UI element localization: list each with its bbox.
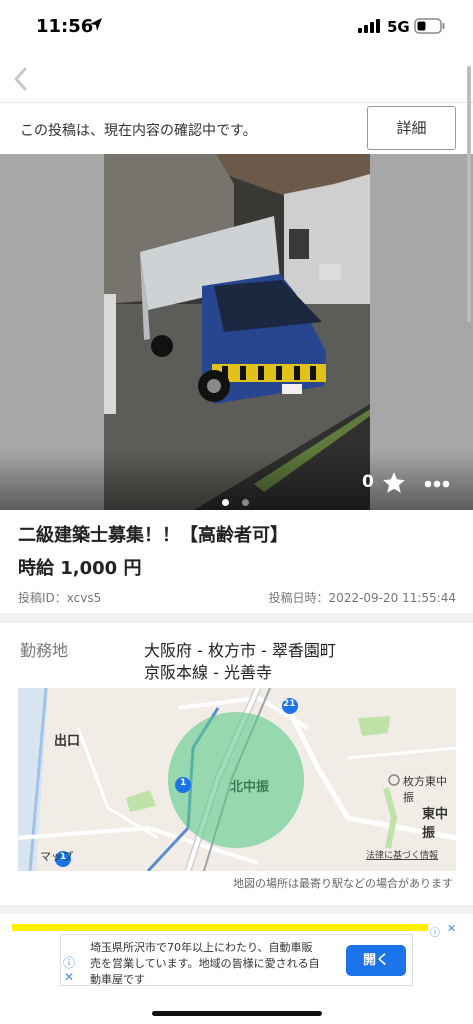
review-notice: この投稿は、現在内容の確認中です。 詳細 — [0, 102, 473, 154]
map-label-route1: 1 — [180, 778, 187, 788]
map-label-higashinaka: 東中振 — [422, 807, 449, 841]
nav-bar — [0, 56, 473, 102]
ad-text: 埼玉県所沢市で70年以上にわたり、自動車販売を営業しています。地域の皆様に愛され… — [90, 941, 320, 986]
post-date: 投稿日時：2022-09-20 11:55:44 — [268, 591, 456, 605]
favorite-count: 0 — [362, 472, 374, 492]
location-station: 京阪本線 - 光善寺 — [144, 663, 272, 682]
map-legal-link[interactable]: 法律に基づく情報 — [366, 848, 438, 861]
ad-dismiss-icon[interactable]: ✕ — [64, 970, 74, 984]
home-indicator[interactable] — [152, 1011, 322, 1016]
ad-open-button[interactable]: 開く — [346, 945, 406, 976]
scrollbar[interactable] — [467, 66, 471, 322]
page-dot-active[interactable] — [222, 499, 229, 506]
page-dots — [222, 491, 257, 510]
status-bar: 11:56 5G — [0, 0, 473, 56]
map-label-route21: 21 — [283, 699, 296, 709]
ad-card[interactable]: ⓘ ✕ 埼玉県所沢市で70年以上にわたり、自動車販売を営業しています。地域の皆様… — [60, 934, 413, 986]
map-note: 地図の場所は最寄り駅などの場合があります — [233, 877, 453, 890]
ad-banner: ⓘ ✕ ⓘ ✕ 埼玉県所沢市で70年以上にわたり、自動車販売を営業しています。地… — [0, 914, 473, 1024]
status-time: 11:56 — [36, 16, 94, 37]
post-id: 投稿ID：xcvs5 — [18, 591, 102, 605]
battery-icon — [414, 18, 445, 34]
photo-gallery[interactable]: 0 — [0, 154, 473, 510]
location-address: 大阪府 - 枚方市 - 翠香園町 — [144, 641, 336, 660]
map-label-kitanakaburi: 北中振 — [230, 780, 270, 795]
ad-info-icon[interactable]: ⓘ — [430, 924, 440, 939]
back-chevron-icon[interactable] — [6, 64, 36, 94]
location-map[interactable]: 21 1 1 出口 北中振 枚方東中振 東中振 法律に基づく情報 マップ — [18, 688, 456, 871]
job-title: 二級建築士募集！！【高齢者可】 — [18, 525, 288, 546]
apple-maps-logo: マップ — [40, 850, 73, 863]
detail-button[interactable]: 詳細 — [367, 106, 456, 150]
more-options-icon[interactable] — [424, 480, 450, 488]
map-label-hirakata: 枚方東中振 — [403, 775, 447, 804]
page-dot[interactable] — [242, 499, 250, 506]
work-location-section: 勤務地 大阪府 - 枚方市 - 翠香園町 京阪本線 - 光善寺 21 1 1 出… — [0, 623, 473, 905]
job-info: 二級建築士募集！！【高齢者可】 時給 1,000 円 投稿ID：xcvs5 投稿… — [0, 510, 473, 613]
network-type: 5G — [387, 18, 410, 36]
map-label-deguchi: 出口 — [54, 734, 81, 749]
notice-text: この投稿は、現在内容の確認中です。 — [20, 123, 257, 139]
star-icon[interactable] — [381, 470, 407, 496]
ad-close-icon[interactable]: ✕ — [447, 922, 456, 935]
ad-top-strip — [12, 924, 428, 931]
ad-choices-icon[interactable]: ⓘ — [63, 954, 75, 971]
location-arrow-icon — [90, 18, 102, 31]
wage: 時給 1,000 円 — [18, 558, 142, 579]
signal-icon — [358, 19, 380, 33]
location-label: 勤務地 — [20, 641, 69, 660]
